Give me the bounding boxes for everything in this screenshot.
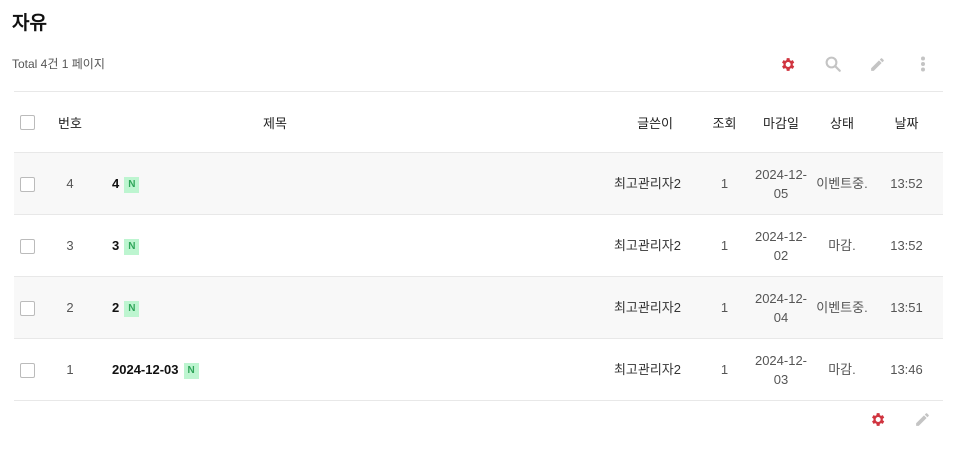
write-button-bottom[interactable]: [900, 407, 945, 431]
gear-icon: [872, 412, 885, 426]
post-subject-link[interactable]: 2: [112, 300, 119, 315]
new-badge: N: [124, 300, 140, 317]
col-deadline: 마감일: [748, 91, 814, 153]
row-num: 4: [40, 152, 100, 215]
row-deadline: 2024-12-05: [748, 152, 814, 215]
select-all-cell: [14, 91, 40, 153]
post-subject-link[interactable]: 4: [112, 176, 119, 191]
pencil-icon: [871, 57, 884, 71]
select-all-checkbox[interactable]: [19, 115, 35, 131]
admin-button-bottom[interactable]: [855, 407, 900, 431]
new-badge: N: [124, 238, 140, 255]
row-status: 이벤트중.: [814, 152, 870, 215]
table-row: 2 2N 최고관리자2 1 2024-12-04 이벤트중. 13:51: [14, 276, 943, 339]
row-status: 이벤트중.: [814, 276, 870, 339]
row-num: 1: [40, 338, 100, 401]
row-status: 마감.: [814, 338, 870, 401]
table-row: 4 4N 최고관리자2 1 2024-12-05 이벤트중. 13:52: [14, 152, 943, 215]
row-status: 마감.: [814, 214, 870, 277]
row-date: 13:52: [870, 152, 943, 215]
row-num: 3: [40, 214, 100, 277]
row-checkbox[interactable]: [19, 301, 35, 317]
row-views: 1: [701, 152, 748, 215]
col-subject: 제목: [100, 91, 450, 153]
table-header: 번호 제목 글쓴이 조회 마감일 상태 날짜: [14, 91, 943, 153]
row-author[interactable]: 최고관리자2: [450, 214, 701, 277]
more-vert-icon: [920, 56, 925, 72]
row-author[interactable]: 최고관리자2: [450, 152, 701, 215]
col-num: 번호: [40, 91, 100, 153]
row-deadline: 2024-12-03: [748, 338, 814, 401]
col-status: 상태: [814, 91, 870, 153]
row-checkbox[interactable]: [19, 177, 35, 193]
row-views: 1: [701, 276, 748, 339]
new-badge: N: [124, 176, 140, 193]
post-subject-link[interactable]: 2024-12-03: [112, 362, 179, 377]
post-subject-link[interactable]: 3: [112, 238, 119, 253]
admin-button[interactable]: [765, 52, 810, 76]
search-button[interactable]: [810, 52, 855, 76]
board-title: 자유: [12, 13, 47, 34]
search-icon: [825, 56, 841, 72]
top-toolbar: [765, 52, 945, 76]
more-button[interactable]: [900, 52, 945, 76]
row-author[interactable]: 최고관리자2: [450, 338, 701, 401]
row-views: 1: [701, 338, 748, 401]
row-checkbox[interactable]: [19, 363, 35, 379]
row-checkbox[interactable]: [19, 239, 35, 255]
bottom-toolbar: [855, 407, 945, 431]
row-views: 1: [701, 214, 748, 277]
row-author[interactable]: 최고관리자2: [450, 276, 701, 339]
table-row: 3 3N 최고관리자2 1 2024-12-02 마감. 13:52: [14, 214, 943, 277]
col-views[interactable]: 조회: [701, 91, 748, 153]
table-row: 1 2024-12-03 N 최고관리자2 1 2024-12-03 마감. 13…: [14, 338, 943, 401]
col-date[interactable]: 날짜: [870, 91, 943, 153]
total-count: Total 4건 1 페이지: [12, 57, 105, 71]
row-num: 2: [40, 276, 100, 339]
row-date: 13:46: [870, 338, 943, 401]
new-badge: N: [183, 362, 199, 379]
gear-icon: [782, 57, 795, 71]
post-list-table: 번호 제목 글쓴이 조회 마감일 상태 날짜 4 4N 최고관리자2 1 202…: [14, 91, 943, 401]
row-deadline: 2024-12-02: [748, 214, 814, 277]
write-button[interactable]: [855, 52, 900, 76]
row-deadline: 2024-12-04: [748, 276, 814, 339]
row-date: 13:52: [870, 214, 943, 277]
pencil-icon: [916, 412, 929, 426]
row-date: 13:51: [870, 276, 943, 339]
col-author: 글쓴이: [450, 91, 701, 153]
